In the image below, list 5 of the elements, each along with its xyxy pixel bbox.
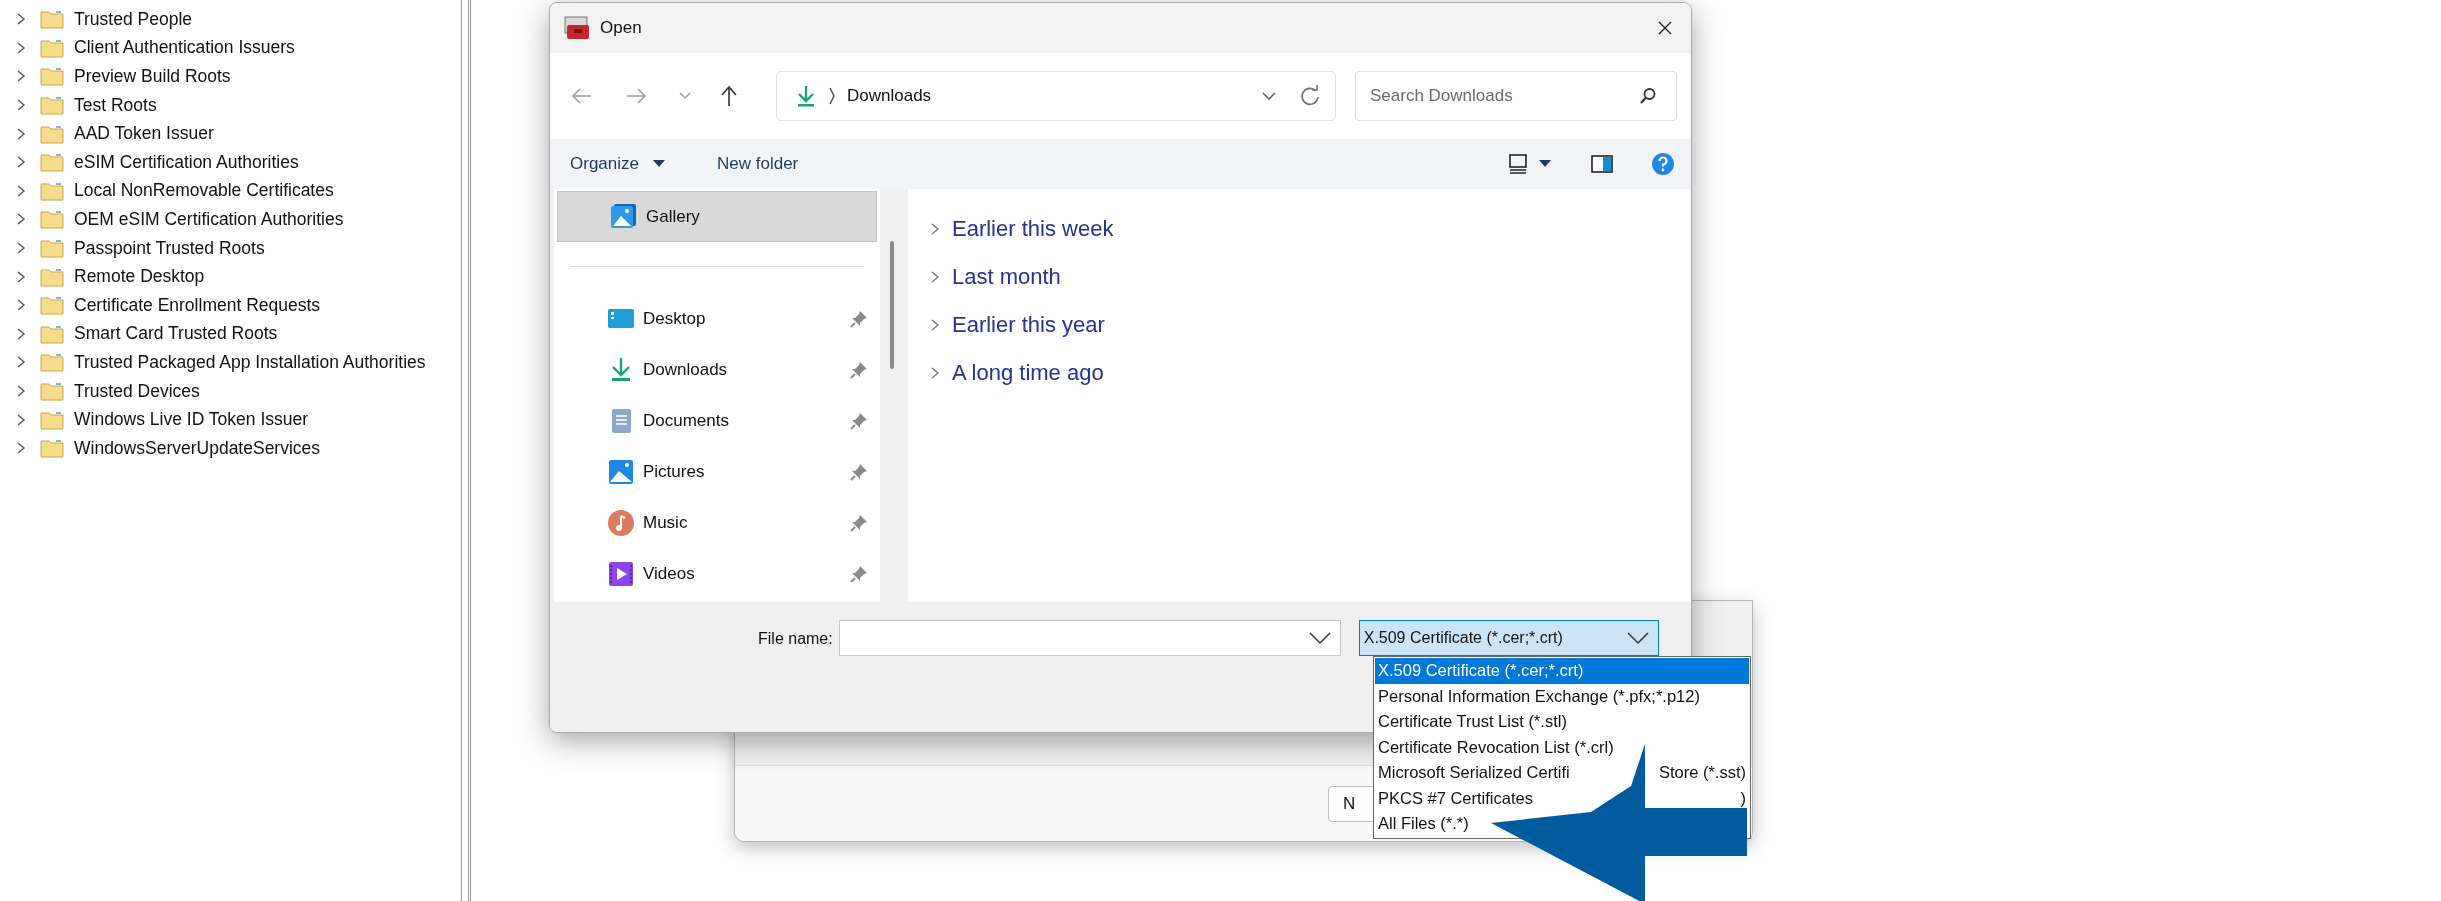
dropdown-option-text: ) bbox=[1740, 788, 1746, 809]
dropdown-option-text: Store (*.sst) bbox=[1658, 762, 1746, 783]
window-title: Open bbox=[600, 18, 643, 38]
file-name-label: File name: bbox=[758, 630, 833, 648]
location-text: Downloads bbox=[847, 86, 933, 106]
